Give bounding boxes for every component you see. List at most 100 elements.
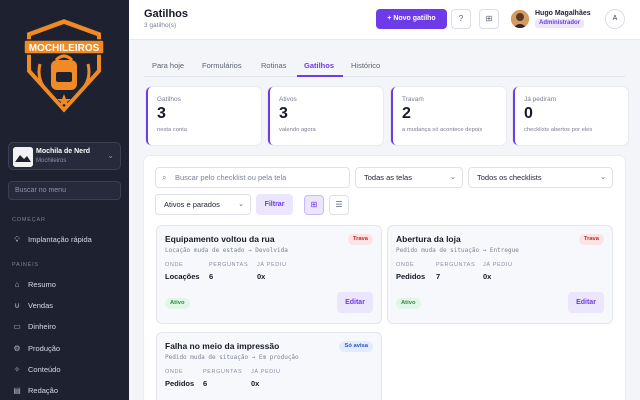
home-icon: ⌂ (14, 280, 20, 289)
page-title: Gatilhos (144, 8, 189, 20)
stat-card-blocking: Travam 2 a mudança só acontece depois (391, 87, 506, 145)
asked-label: JÁ PEDIU (251, 369, 281, 375)
search-placeholder: Buscar pelo checklist ou pela tela (175, 173, 287, 182)
sidebar-item-conteudo[interactable]: ✧ Conteúdo (12, 364, 61, 376)
screens-select[interactable]: Todas as telas ⌄ (355, 167, 463, 188)
questions-value: 6 (209, 272, 214, 281)
trigger-card: Abertura da loja Pedido muda de situação… (387, 225, 613, 324)
sidebar-item-vendas[interactable]: ⊍ Vendas (12, 300, 53, 312)
asked-label: JÁ PEDIU (483, 262, 513, 268)
tab-historico[interactable]: Histórico (351, 61, 380, 70)
mode-badge: Trava (578, 234, 604, 245)
account-badge[interactable]: A (605, 9, 625, 29)
stat-note: valendo agora (279, 127, 316, 133)
list-icon: ☰ (335, 200, 343, 209)
section-label-panels: PAINÉIS (12, 262, 39, 268)
where-value: Pedidos (396, 272, 426, 281)
state-select[interactable]: Ativos e parados ⌄ (155, 194, 251, 215)
user-avatar[interactable] (511, 10, 529, 28)
stat-note: nesta conta (157, 127, 187, 133)
grid-view-button[interactable]: ⊞ (304, 195, 324, 215)
checklists-select[interactable]: Todos os checklists ⌄ (468, 167, 613, 188)
where-value: Locações (165, 272, 200, 281)
brand-logo: MOCHILEIROS (18, 14, 110, 118)
sidebar-item-quick-setup[interactable]: 💡︎ Implantação rápida (12, 234, 92, 246)
filter-button[interactable]: Filtrar (256, 194, 293, 215)
user-role-badge: Administrador (535, 19, 585, 28)
sidebar-item-resumo[interactable]: ⌂ Resumo (12, 279, 56, 291)
trigger-title: Equipamento voltou da rua (165, 234, 275, 244)
stat-label: Ativos (279, 96, 297, 103)
team-avatar (13, 147, 33, 167)
sidebar-item-label: Produção (28, 344, 61, 353)
sidebar-item-label: Dinheiro (28, 322, 56, 331)
section-label-start: COMEÇAR (12, 217, 46, 223)
edit-button[interactable]: Editar (568, 292, 604, 313)
questions-value: 7 (436, 272, 441, 281)
tab-para-hoje[interactable]: Para hoje (152, 61, 184, 70)
sidebar-item-label: Resumo (28, 280, 56, 289)
list-view-button[interactable]: ☰ (329, 195, 349, 215)
svg-text:MOCHILEIROS: MOCHILEIROS (29, 43, 100, 54)
team-switcher[interactable]: Mochila de Nerd Mochileiros ⌄ (8, 142, 121, 170)
questions-value: 6 (203, 379, 208, 388)
stat-value: 0 (524, 105, 533, 122)
checklist-search-input[interactable]: ⌕ Buscar pelo checklist ou pela tela (155, 167, 350, 188)
trigger-description: Pedido muda de situação → Entregue (396, 247, 519, 254)
where-label: ONDE (165, 262, 184, 268)
stat-value: 3 (157, 105, 166, 122)
document-icon: ▤ (13, 386, 21, 395)
trigger-card: Falha no meio da impressão Pedido muda d… (156, 332, 382, 400)
questions-label: PERGUNTAS (209, 262, 249, 268)
sidebar-item-producao[interactable]: ⚙︎ Produção (12, 343, 60, 355)
stat-value: 2 (402, 105, 411, 122)
apps-button[interactable]: ⊞ (479, 9, 499, 29)
sidebar-item-label: Implantação rápida (28, 235, 92, 244)
where-label: ONDE (396, 262, 415, 268)
tab-gatilhos[interactable]: Gatilhos (304, 61, 334, 70)
cash-icon: ▭ (13, 322, 21, 331)
user-name: Hugo Magalhães (535, 10, 591, 17)
status-badge: Ativo (165, 298, 190, 309)
team-name: Mochila de Nerd (36, 148, 91, 155)
screens-select-value: Todas as telas (364, 173, 412, 182)
chevron-down-icon: ⌄ (450, 174, 456, 181)
stat-label: Já pediram (524, 96, 557, 103)
mode-badge: Só avisa (339, 341, 373, 352)
menu-search-input[interactable]: Buscar no menu (8, 181, 121, 200)
stat-value: 3 (279, 105, 288, 122)
grid-icon: ⊞ (310, 200, 318, 209)
chevron-down-icon: ⌄ (238, 201, 244, 208)
lightbulb-icon: 💡︎ (14, 235, 20, 244)
stat-card-triggers: Gatilhos 3 nesta conta (146, 87, 261, 145)
sidebar-item-label: Redação (28, 386, 59, 395)
new-trigger-button[interactable]: + Novo gatilho (376, 9, 447, 29)
help-button[interactable]: ? (451, 9, 471, 29)
chevron-down-icon: ⌄ (107, 151, 114, 160)
sparkle-icon: ✧ (13, 365, 21, 374)
sidebar-item-label: Conteúdo (28, 365, 61, 374)
state-select-value: Ativos e parados (164, 200, 220, 209)
search-icon: ⌕ (162, 173, 167, 182)
trigger-title: Abertura da loja (396, 234, 461, 244)
stat-card-active: Ativos 3 valendo agora (268, 87, 383, 145)
mode-badge: Trava (347, 234, 373, 245)
team-sub: Mochileiros (36, 158, 67, 164)
questions-label: PERGUNTAS (436, 262, 476, 268)
tab-rotinas[interactable]: Rotinas (261, 61, 286, 70)
page-subtitle: 3 gatilho(s) (144, 22, 177, 29)
trigger-description: Pedido muda de situação → Em produção (165, 354, 299, 361)
chevron-down-icon: ⌄ (600, 174, 606, 181)
gear-icon: ⚙︎ (13, 344, 21, 353)
checklists-select-value: Todos os checklists (477, 173, 542, 182)
top-header: Gatilhos 3 gatilho(s) + Novo gatilho ? ⊞… (129, 0, 640, 40)
stat-note: a mudança só acontece depois (402, 127, 483, 133)
trigger-description: Locação muda de estado → Devolvida (165, 247, 288, 254)
stat-note: checklists abertos por eles (524, 127, 593, 133)
edit-button[interactable]: Editar (337, 292, 373, 313)
asked-value: 0x (257, 272, 266, 281)
sidebar-item-redacao[interactable]: ▤ Redação (12, 385, 58, 397)
asked-value: 0x (251, 379, 260, 388)
tab-formularios[interactable]: Formulários (202, 61, 242, 70)
sidebar-item-dinheiro[interactable]: ▭ Dinheiro (12, 321, 56, 333)
